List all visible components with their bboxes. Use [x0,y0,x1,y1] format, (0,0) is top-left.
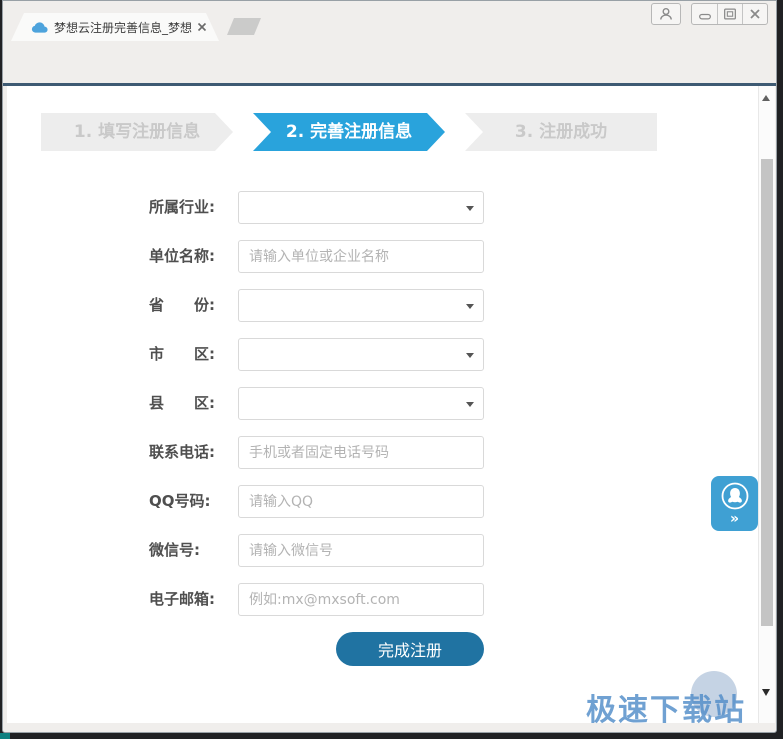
form-row: 联系电话: [149,436,484,469]
profile-button[interactable] [651,3,681,25]
company-label: 单位名称: [149,247,215,265]
user-icon [660,8,672,20]
registration-form: 所属行业: 单位名称: 省 份: [149,191,484,666]
maximize-icon [724,8,736,20]
form-row: 电子邮箱: [149,583,484,616]
cloud-favicon-icon [31,21,48,34]
step-1-fill-info: 1. 填写注册信息 [41,113,233,151]
page-content: 1. 填写注册信息 2. 完善注册信息 3. 注册成功 所属行业: 单位名称: [7,86,758,723]
form-row: 县 区: [149,387,484,420]
expand-chevrons-icon: » [729,511,740,527]
browser-window: 梦想云注册完善信息_梦想 1. 填写注册信息 2. 完善注册信息 3. 注册成功… [2,0,777,733]
qq-penguin-icon [721,482,748,510]
browser-tab[interactable]: 梦想云注册完善信息_梦想 [11,13,219,41]
desktop-corner [0,733,10,739]
province-label: 省 份: [149,296,215,314]
company-name-input[interactable] [238,240,484,273]
tab-close-icon[interactable] [197,22,207,32]
chevron-down-icon [466,353,474,362]
province-select[interactable] [238,289,484,322]
qq-contact-widget[interactable]: » [711,476,758,531]
wechat-input[interactable] [238,534,484,567]
close-button[interactable] [742,4,767,24]
maximize-button[interactable] [717,4,742,24]
chevron-down-icon [466,304,474,313]
step-3-success: 3. 注册成功 [465,113,657,151]
form-row: 单位名称: [149,240,484,273]
qq-label: QQ号码: [149,492,211,510]
close-icon [750,9,760,19]
tab-strip: 梦想云注册完善信息_梦想 [3,1,776,41]
minimize-icon [698,13,711,20]
form-row: 市 区: [149,338,484,371]
province-select-value [239,297,259,313]
form-row: 所属行业: [149,191,484,224]
form-row: 省 份: [149,289,484,322]
city-select[interactable] [238,338,484,371]
form-row: QQ号码: [149,485,484,518]
chevron-down-icon [466,402,474,411]
complete-registration-button[interactable]: 完成注册 [336,632,484,666]
wizard-steps: 1. 填写注册信息 2. 完善注册信息 3. 注册成功 [41,113,657,151]
scrollbar-thumb[interactable] [761,159,773,626]
county-select-value [239,395,259,411]
scroll-down-arrow-icon[interactable] [762,689,770,700]
wechat-label: 微信号: [149,541,200,559]
new-tab-button[interactable] [227,18,261,35]
screen: 梦想云注册完善信息_梦想 1. 填写注册信息 2. 完善注册信息 3. 注册成功… [0,0,783,739]
window-controls [691,3,768,25]
county-label: 县 区: [149,394,215,412]
phone-label: 联系电话: [149,443,215,461]
phone-input[interactable] [238,436,484,469]
qq-number-input[interactable] [238,485,484,518]
city-label: 市 区: [149,345,215,363]
email-input[interactable] [238,583,484,616]
minimize-button[interactable] [692,4,717,24]
page-scrollbar[interactable] [758,86,775,723]
county-select[interactable] [238,387,484,420]
industry-select-value [239,199,259,215]
scroll-up-arrow-icon[interactable] [762,91,770,101]
browser-toolbar: www.mxyun.com/Registration/Info [3,41,776,117]
form-row: 微信号: [149,534,484,567]
city-select-value [239,346,259,362]
tab-title: 梦想云注册完善信息_梦想 [54,20,192,35]
step-2-complete-info: 2. 完善注册信息 [253,113,445,151]
email-label: 电子邮箱: [149,590,215,608]
chevron-down-icon [466,206,474,215]
industry-select[interactable] [238,191,484,224]
industry-label: 所属行业: [149,198,215,216]
